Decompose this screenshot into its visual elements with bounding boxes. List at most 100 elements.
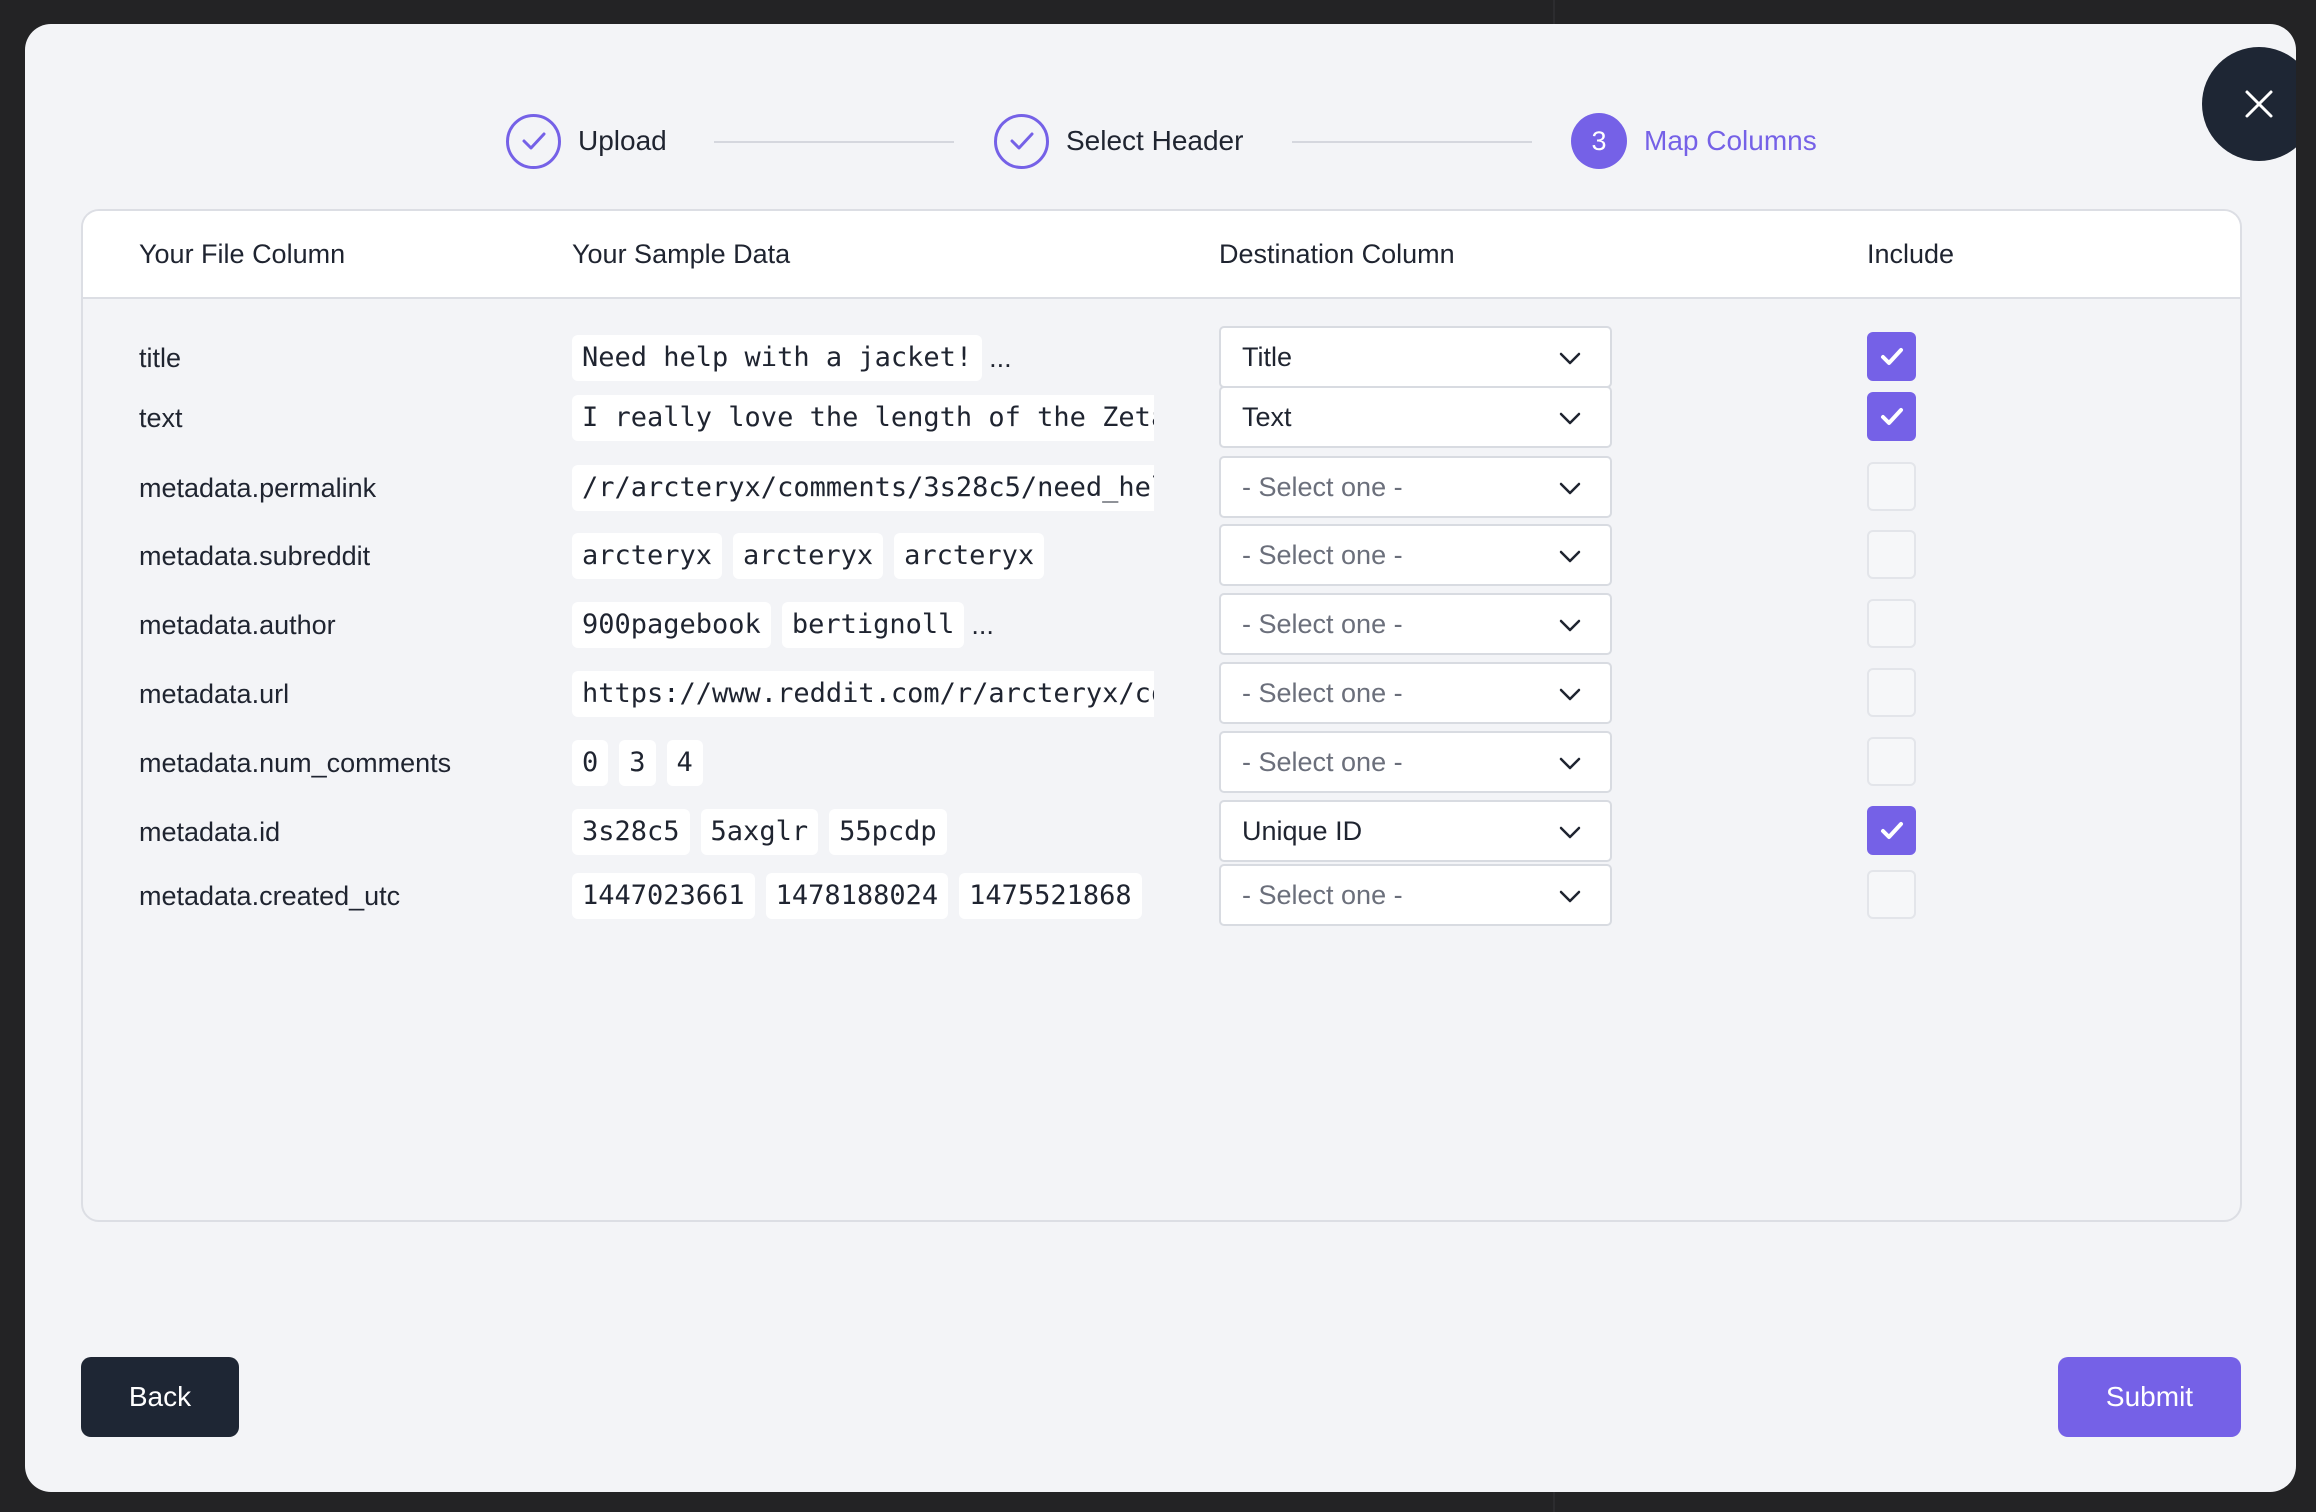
- submit-button[interactable]: Submit: [2058, 1357, 2241, 1437]
- step-map-columns-indicator: 3: [1571, 113, 1627, 169]
- map-columns-modal: Upload Select Header 3 Map Columns Your …: [25, 24, 2296, 1492]
- include-checkbox[interactable]: [1867, 599, 1916, 648]
- file-column-name: title: [139, 343, 182, 373]
- check-icon: [1880, 821, 1903, 839]
- sample-chip: /r/arcteryx/comments/3s28c5/need_hel: [572, 465, 1154, 511]
- sample-data-cell: arcteryx arcteryx arcteryx: [572, 524, 1154, 588]
- file-column-name: metadata.permalink: [139, 473, 377, 503]
- table-row: metadata.author 900pagebook bertignoll... -…: [83, 593, 2240, 657]
- header-file-column: Your File Column: [139, 239, 346, 269]
- include-checkbox[interactable]: [1867, 737, 1916, 786]
- table-header: Your File Column Your Sample Data Destin…: [83, 211, 2240, 299]
- chevron-down-icon: [1559, 412, 1581, 425]
- include-checkbox[interactable]: [1867, 806, 1916, 855]
- step-map-columns-label: Map Columns: [1644, 125, 1817, 156]
- step-select-header-label: Select Header: [1066, 125, 1244, 156]
- chevron-down-icon: [1559, 482, 1581, 495]
- sample-chip: 0: [572, 740, 609, 786]
- include-checkbox[interactable]: [1867, 668, 1916, 717]
- check-icon: [1010, 132, 1033, 150]
- chevron-down-icon: [1559, 688, 1581, 701]
- table-row: metadata.url https://www.reddit.com/r/arc…: [83, 662, 2240, 726]
- include-checkbox[interactable]: [1867, 870, 1916, 919]
- check-icon: [522, 132, 545, 150]
- step-connector: [714, 141, 954, 143]
- sample-chip: 55pcdp: [829, 809, 947, 855]
- sample-data-cell: 1447023661 1478188024 1475521868: [572, 864, 1154, 928]
- table-row: metadata.permalink/r/arcteryx/comments/3…: [83, 456, 2240, 520]
- step-map-columns: 3 Map Columns: [1571, 86, 1817, 196]
- sample-chip: 5axglr: [700, 809, 819, 855]
- check-icon: [1880, 347, 1903, 365]
- destination-select-value: - Select one -: [1242, 471, 1403, 502]
- include-checkbox[interactable]: [1867, 462, 1916, 511]
- mapping-table: Your File Column Your Sample Data Destin…: [81, 209, 2242, 1222]
- destination-select[interactable]: Unique ID: [1219, 800, 1612, 862]
- more-samples-ellipsis: ...: [989, 342, 1012, 373]
- destination-select-value: Text: [1242, 401, 1292, 432]
- chevron-down-icon: [1559, 757, 1581, 770]
- step-select-header: Select Header: [994, 86, 1243, 196]
- header-include: Include: [1867, 239, 1955, 269]
- destination-select[interactable]: Text: [1219, 386, 1612, 448]
- file-column-name: metadata.id: [139, 817, 281, 847]
- include-checkbox[interactable]: [1867, 530, 1916, 579]
- table-row: metadata.id 3s28c5 5axglr 55pcdp Unique ID: [83, 800, 2240, 864]
- step-upload-indicator: [506, 113, 561, 169]
- step-upload: Upload: [506, 86, 667, 196]
- sample-chip: arcteryx: [572, 533, 723, 579]
- sample-chip: Need help with a jacket!: [572, 335, 983, 381]
- sample-data-cell: 900pagebook bertignoll...: [572, 593, 1154, 657]
- sample-chip: 1475521868: [959, 873, 1142, 919]
- sample-chip: 1447023661: [572, 873, 755, 919]
- sample-chip: 900pagebook: [572, 602, 771, 648]
- include-checkbox[interactable]: [1867, 332, 1916, 381]
- file-column-name: metadata.url: [139, 679, 290, 709]
- sample-data-cell: I really love the length of the Zeta: [572, 386, 1154, 450]
- sample-data-cell: 3s28c5 5axglr 55pcdp: [572, 800, 1154, 864]
- destination-select[interactable]: - Select one -: [1219, 456, 1612, 518]
- destination-select-value: - Select one -: [1242, 677, 1403, 708]
- sample-chip: bertignoll: [781, 602, 965, 648]
- destination-select-value: Unique ID: [1242, 815, 1363, 846]
- destination-select[interactable]: - Select one -: [1219, 524, 1612, 586]
- sample-chip: arcteryx: [894, 533, 1045, 579]
- destination-select-value: - Select one -: [1242, 879, 1403, 910]
- table-row: title Need help with a jacket!... Title: [83, 326, 2240, 390]
- sample-chip: 1478188024: [765, 873, 949, 919]
- header-sample-data: Your Sample Data: [572, 239, 791, 269]
- sample-chip: 4: [666, 740, 703, 786]
- chevron-down-icon: [1559, 826, 1581, 839]
- back-button[interactable]: Back: [81, 1357, 239, 1437]
- chevron-down-icon: [1559, 619, 1581, 632]
- file-column-name: text: [139, 403, 183, 433]
- sample-data-cell: /r/arcteryx/comments/3s28c5/need_hel: [572, 456, 1154, 520]
- destination-select[interactable]: Title: [1219, 326, 1612, 388]
- sample-chip: 3s28c5: [572, 809, 690, 855]
- sample-data-cell: Need help with a jacket!...: [572, 326, 1154, 390]
- destination-select[interactable]: - Select one -: [1219, 662, 1612, 724]
- destination-select-value: - Select one -: [1242, 746, 1403, 777]
- sample-chip: https://www.reddit.com/r/arcteryx/co: [572, 671, 1154, 717]
- destination-select[interactable]: - Select one -: [1219, 864, 1612, 926]
- chevron-down-icon: [1559, 890, 1581, 903]
- sample-chip: I really love the length of the Zeta: [572, 395, 1154, 441]
- check-icon: [1880, 407, 1903, 425]
- destination-select[interactable]: - Select one -: [1219, 731, 1612, 793]
- table-row: metadata.subreddit arcteryx arcteryx arcter…: [83, 524, 2240, 588]
- more-samples-ellipsis: ...: [971, 609, 994, 640]
- table-row: text I really love the length of the Zeta…: [83, 386, 2240, 450]
- file-column-name: metadata.created_utc: [139, 881, 401, 911]
- sample-data-cell: https://www.reddit.com/r/arcteryx/co: [572, 662, 1154, 726]
- destination-select[interactable]: - Select one -: [1219, 593, 1612, 655]
- step-connector: [1292, 141, 1532, 143]
- chevron-down-icon: [1559, 352, 1581, 365]
- stepper: Upload Select Header 3 Map Columns: [25, 86, 2296, 196]
- include-checkbox[interactable]: [1867, 392, 1916, 441]
- file-column-name: metadata.num_comments: [139, 748, 452, 778]
- destination-select-value: Title: [1242, 341, 1293, 372]
- sample-chip: 3: [619, 740, 656, 786]
- file-column-name: metadata.subreddit: [139, 541, 371, 571]
- file-column-name: metadata.author: [139, 610, 336, 640]
- sample-data-cell: 034: [572, 731, 1154, 795]
